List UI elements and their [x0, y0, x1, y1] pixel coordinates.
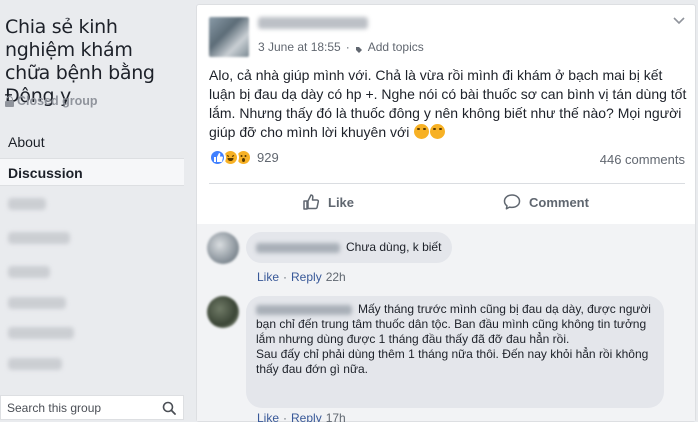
commenter-name-blurred[interactable]	[256, 242, 340, 253]
sidebar-item-blurred[interactable]	[8, 358, 62, 370]
group-type-label: Closed group	[17, 94, 98, 108]
comment-like-link[interactable]: Like	[257, 411, 279, 422]
meta-separator: ·	[283, 411, 288, 422]
meta-separator: ·	[283, 270, 288, 284]
sidebar-item-blurred[interactable]	[8, 232, 70, 244]
comment-like-link[interactable]: Like	[257, 270, 279, 284]
comment-actions: Like · Reply 17h	[257, 411, 346, 422]
like-button[interactable]: Like	[302, 189, 354, 215]
commenter-avatar[interactable]	[207, 296, 239, 328]
comment-icon	[503, 194, 521, 210]
comments-section: Chưa dùng, k biết Like · Reply 22h Mấy t…	[197, 224, 695, 422]
post-card: 3 June at 18:55 · Add topics Alo, cả nhà…	[196, 4, 696, 422]
post-body: Alo, cả nhà giúp mình với. Chả là vừa rồ…	[209, 66, 687, 142]
post-text: Alo, cả nhà giúp mình với. Chả là vừa rồ…	[209, 67, 687, 140]
thumbs-up-icon	[303, 194, 320, 210]
commenter-avatar[interactable]	[207, 232, 239, 264]
sidebar-item-about[interactable]: About	[0, 128, 184, 156]
search-icon[interactable]	[162, 401, 176, 415]
comment-bubble: Chưa dùng, k biết	[246, 232, 452, 263]
reactions-summary[interactable]: 929	[209, 149, 279, 166]
group-search-box[interactable]	[0, 395, 184, 420]
lock-icon	[5, 95, 14, 107]
like-reaction-icon	[209, 149, 226, 166]
sidebar-item-blurred[interactable]	[8, 327, 74, 339]
sidebar-item-blurred[interactable]	[8, 266, 50, 278]
author-avatar[interactable]	[209, 17, 249, 57]
comment-time[interactable]: 22h	[326, 270, 346, 284]
sidebar-item-discussion[interactable]: Discussion	[0, 158, 184, 186]
comments-count[interactable]: 446 comments	[600, 152, 685, 167]
crying-emoji-icon	[414, 124, 430, 139]
comment-actions: Like · Reply 22h	[257, 270, 346, 284]
divider	[209, 183, 685, 184]
group-sidebar: Chia sẻ kinh nghiệm khám chữa bệnh bằng …	[0, 0, 186, 422]
comment-button[interactable]: Comment	[503, 189, 589, 215]
comment-reply-link[interactable]: Reply	[291, 270, 322, 284]
post-date[interactable]: 3 June at 18:55	[258, 40, 341, 54]
crying-emoji-icon	[430, 124, 446, 139]
author-name-blurred[interactable]	[258, 17, 368, 29]
reaction-count[interactable]: 929	[257, 150, 279, 165]
commenter-name-blurred[interactable]	[256, 304, 352, 315]
caret-down-icon[interactable]	[673, 17, 685, 25]
comment-text-paragraph-2: Sau đấy chỉ phải dùng thêm 1 tháng nữa t…	[256, 347, 649, 376]
like-label: Like	[328, 194, 355, 210]
comment-bubble: Mấy tháng trước mình cũng bị đau dạ dày,…	[246, 296, 664, 408]
sidebar-item-blurred[interactable]	[8, 297, 66, 309]
group-search-input[interactable]	[7, 400, 157, 415]
comment-text: Chưa dùng, k biết	[346, 240, 442, 254]
group-privacy: Closed group	[5, 94, 98, 108]
comment-time[interactable]: 17h	[326, 411, 346, 422]
add-topics-icon[interactable]	[355, 43, 363, 53]
comment-label: Comment	[529, 194, 589, 210]
add-topics-link[interactable]: Add topics	[368, 40, 424, 54]
comment-reply-link[interactable]: Reply	[291, 411, 322, 422]
meta-separator: ·	[345, 40, 350, 54]
sidebar-item-blurred[interactable]	[8, 198, 46, 210]
post-meta: 3 June at 18:55 · Add topics	[258, 40, 424, 54]
